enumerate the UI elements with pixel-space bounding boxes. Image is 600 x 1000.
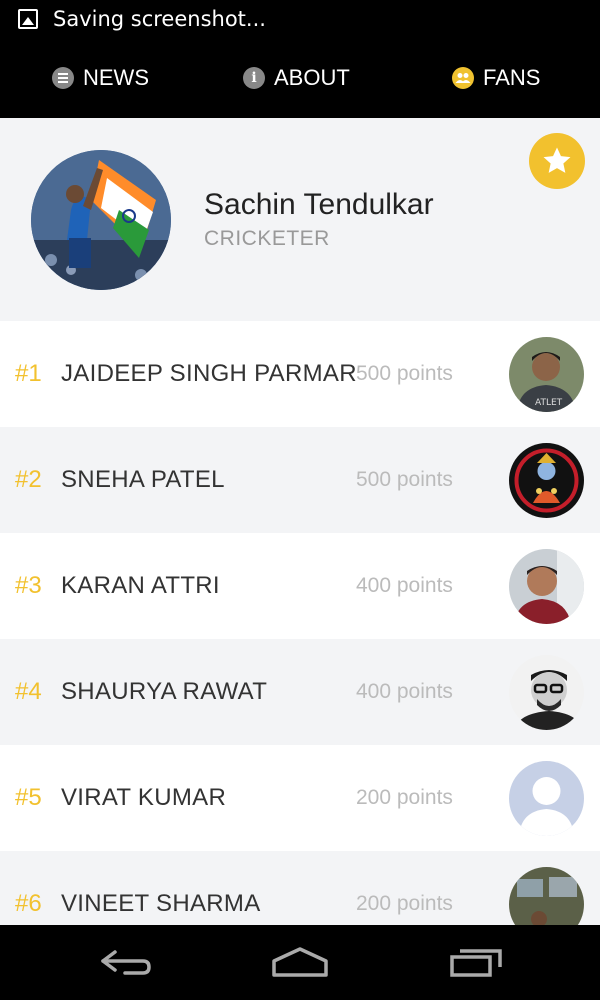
avatar: ATLET <box>509 337 584 412</box>
avatar <box>509 867 584 925</box>
fan-rank: #4 <box>15 678 42 705</box>
avatar <box>509 443 584 518</box>
fan-name: VINEET SHARMA <box>61 890 261 917</box>
tab-news-label: NEWS <box>83 65 149 90</box>
status-bar: Saving screenshot... <box>0 0 600 38</box>
home-button[interactable] <box>270 939 330 985</box>
fan-rank: #1 <box>15 360 42 387</box>
system-nav-bar <box>0 925 600 1000</box>
image-icon <box>18 9 38 29</box>
fan-points: 500 points <box>356 468 453 491</box>
list-item[interactable]: #4 SHAURYA RAWAT 400 points <box>0 639 600 745</box>
list-item[interactable]: #3 KARAN ATTRI 400 points <box>0 533 600 639</box>
list-icon <box>52 67 74 89</box>
profile-avatar <box>31 150 171 290</box>
avatar <box>509 761 584 836</box>
home-icon <box>272 947 328 977</box>
fan-rank: #2 <box>15 466 42 493</box>
info-icon: i <box>243 67 265 89</box>
favorite-button[interactable] <box>529 133 585 189</box>
fan-points: 500 points <box>356 362 453 385</box>
list-item[interactable]: #2 SNEHA PATEL 500 points <box>0 427 600 533</box>
fans-list: #1 JAIDEEP SINGH PARMAR 500 points ATLET… <box>0 321 600 925</box>
profile-name: Sachin Tendulkar <box>204 188 434 221</box>
fan-rank: #6 <box>15 890 42 917</box>
list-item[interactable]: #5 VIRAT KUMAR 200 points <box>0 745 600 851</box>
fan-name: SHAURYA RAWAT <box>61 678 268 705</box>
recents-icon <box>450 949 502 977</box>
fan-name: VIRAT KUMAR <box>61 784 227 811</box>
profile-header: Sachin Tendulkar CRICKETER <box>0 118 600 321</box>
fan-rank: #5 <box>15 784 42 811</box>
tab-fans-label: FANS <box>483 65 541 90</box>
top-nav: NEWS i ABOUT FANS <box>0 38 600 118</box>
fan-points: 200 points <box>356 892 453 915</box>
star-icon <box>543 147 571 173</box>
fan-points: 400 points <box>356 680 453 703</box>
fan-name: SNEHA PATEL <box>61 466 225 493</box>
tab-about-label: ABOUT <box>274 65 350 90</box>
list-item[interactable]: #1 JAIDEEP SINGH PARMAR 500 points ATLET <box>0 321 600 427</box>
tab-about[interactable]: i ABOUT <box>243 38 350 118</box>
back-button[interactable] <box>95 939 155 985</box>
svg-text:ATLET: ATLET <box>535 398 563 408</box>
tab-fans[interactable]: FANS <box>452 38 540 118</box>
people-icon <box>452 67 474 89</box>
list-item[interactable]: #6 VINEET SHARMA 200 points <box>0 851 600 925</box>
profile-role: CRICKETER <box>204 227 330 250</box>
status-text: Saving screenshot... <box>53 7 266 31</box>
back-icon <box>101 950 151 975</box>
fan-name: KARAN ATTRI <box>61 572 220 599</box>
fan-rank: #3 <box>15 572 42 599</box>
fan-name: JAIDEEP SINGH PARMAR <box>61 360 357 387</box>
fan-points: 400 points <box>356 574 453 597</box>
avatar <box>509 655 584 730</box>
fan-points: 200 points <box>356 786 453 809</box>
tab-news[interactable]: NEWS <box>52 38 149 118</box>
avatar <box>509 549 584 624</box>
recents-button[interactable] <box>446 939 506 985</box>
